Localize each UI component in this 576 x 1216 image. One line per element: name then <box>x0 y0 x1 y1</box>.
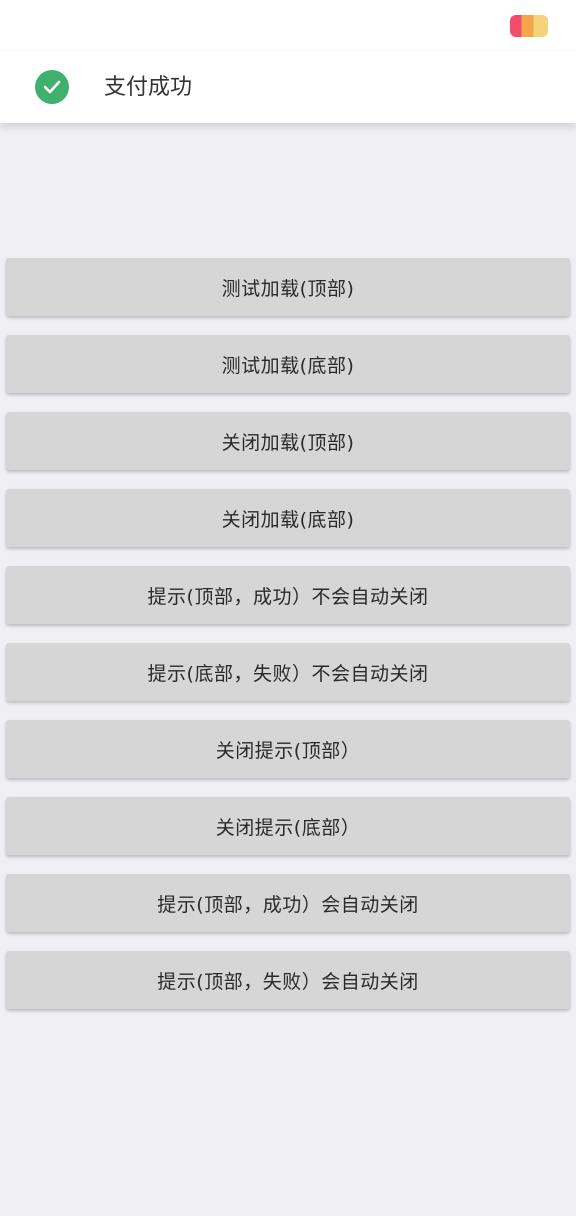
battery-icon <box>510 15 548 37</box>
tip-top-success-autoclose-button[interactable]: 提示(顶部，成功）会自动关闭 <box>6 874 570 932</box>
close-loading-bottom-button[interactable]: 关闭加载(底部) <box>6 489 570 547</box>
tip-bottom-fail-persistent-button[interactable]: 提示(底部，失败）不会自动关闭 <box>6 643 570 701</box>
tip-top-fail-autoclose-button[interactable]: 提示(顶部，失败）会自动关闭 <box>6 951 570 1009</box>
close-loading-top-button[interactable]: 关闭加载(顶部) <box>6 412 570 470</box>
status-bar <box>0 0 576 52</box>
test-loading-bottom-button[interactable]: 测试加载(底部) <box>6 335 570 393</box>
check-circle-icon <box>35 70 69 104</box>
button-list: 测试加载(顶部) 测试加载(底部) 关闭加载(顶部) 关闭加载(底部) 提示(顶… <box>6 258 570 1028</box>
test-loading-top-button[interactable]: 测试加载(顶部) <box>6 258 570 316</box>
close-tip-bottom-button[interactable]: 关闭提示(底部） <box>6 797 570 855</box>
tip-top-success-persistent-button[interactable]: 提示(顶部，成功）不会自动关闭 <box>6 566 570 624</box>
toast-message: 支付成功 <box>104 75 193 100</box>
close-tip-top-button[interactable]: 关闭提示(顶部） <box>6 720 570 778</box>
success-toast: 支付成功 <box>0 52 576 123</box>
battery-level <box>510 15 548 37</box>
